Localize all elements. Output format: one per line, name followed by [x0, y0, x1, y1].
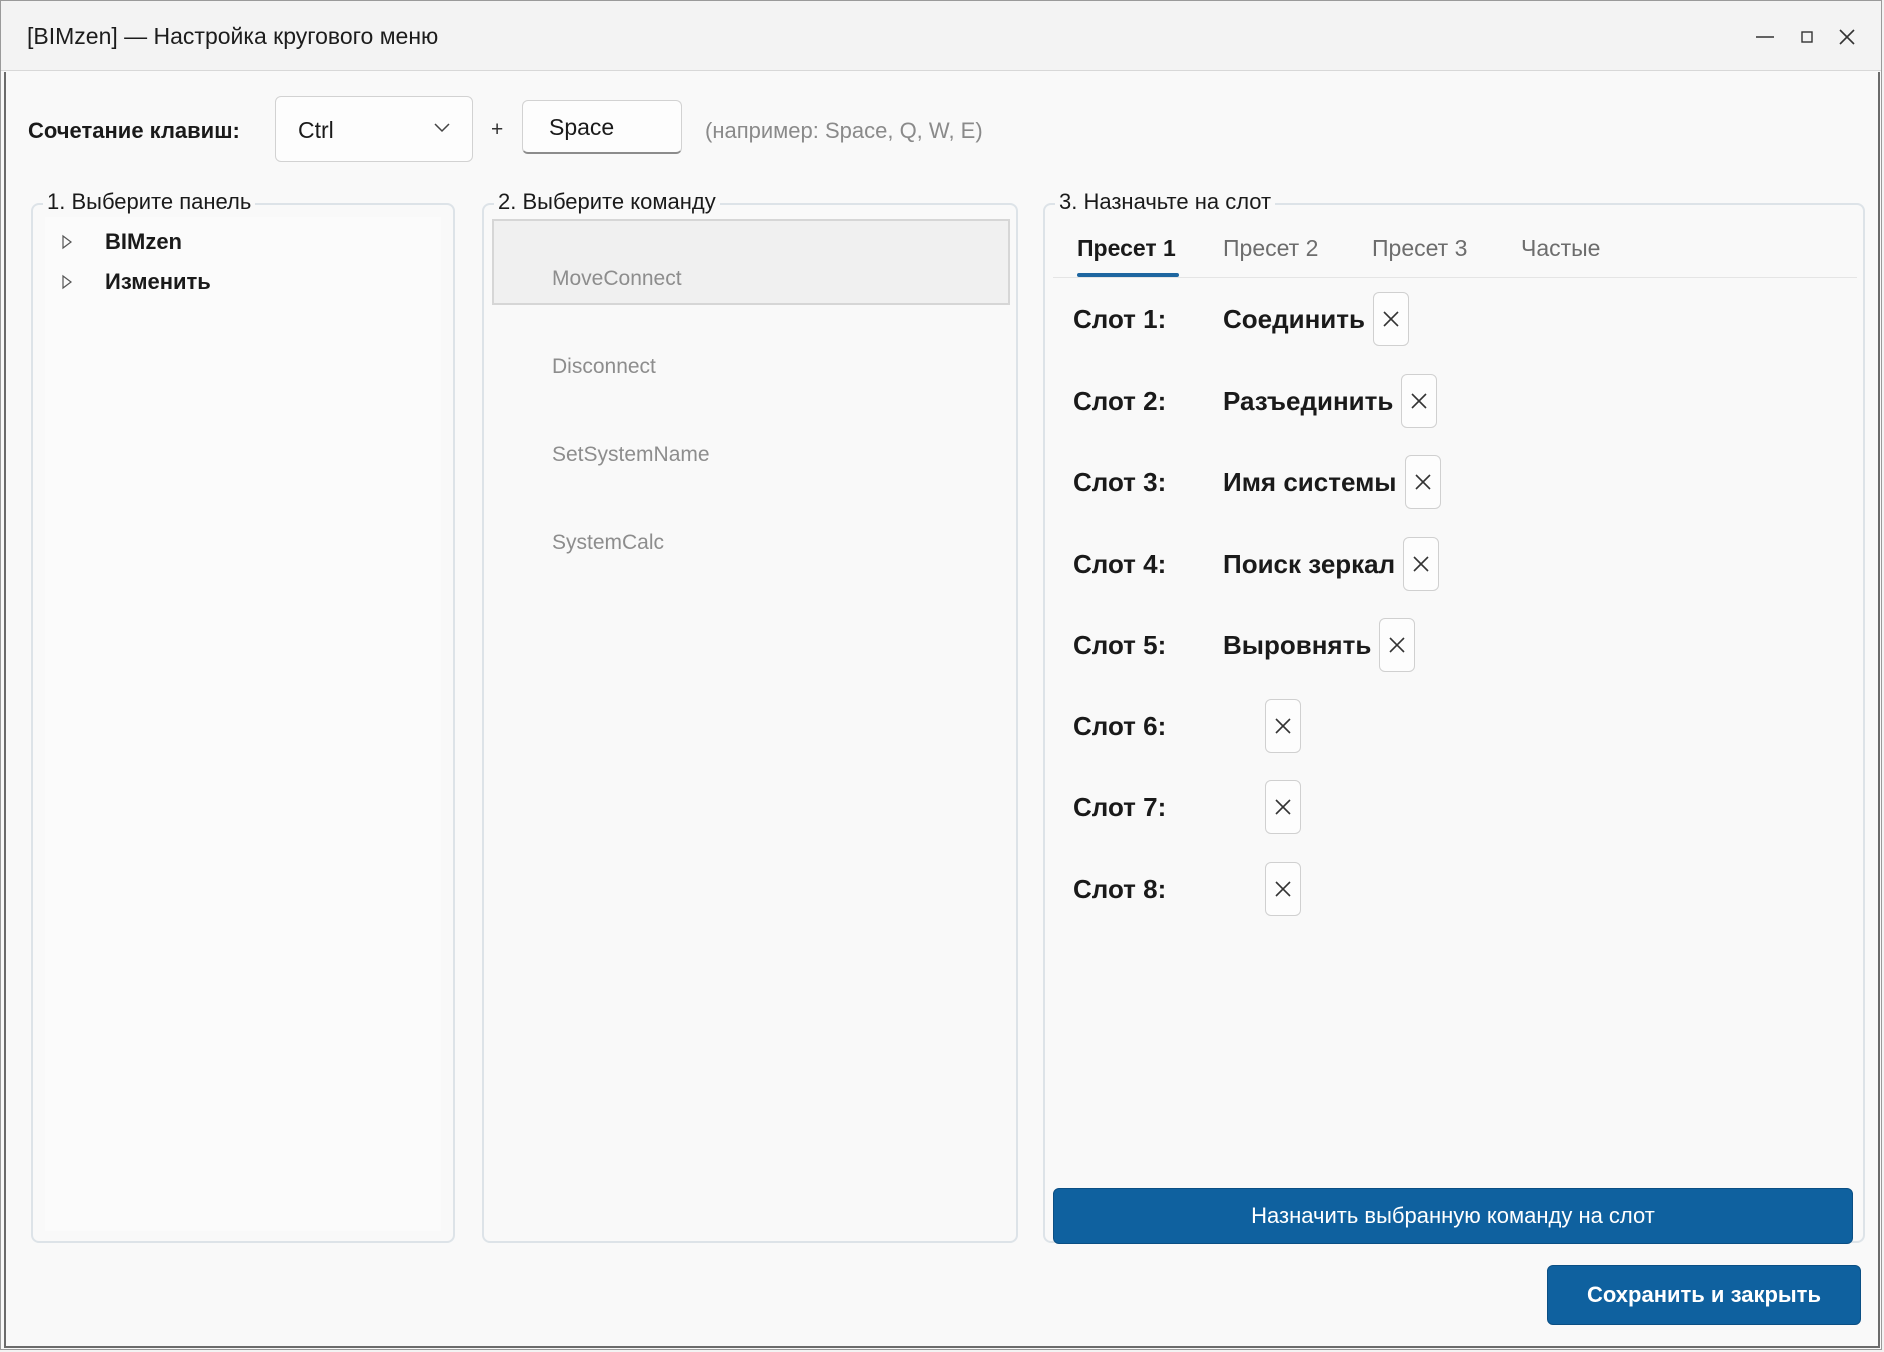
slot-label: Слот 7:: [1073, 791, 1167, 822]
clear-slot-button[interactable]: [1265, 862, 1301, 916]
command-label: Disconnect: [552, 355, 656, 378]
command-item-disconnect[interactable]: Disconnect: [492, 307, 1010, 393]
clear-x-icon: [1414, 474, 1431, 490]
hotkey-label: Сочетание клавиш:: [28, 118, 240, 143]
clear-x-icon: [1411, 393, 1427, 409]
clear-x-icon: [1275, 881, 1291, 897]
expand-triangle-icon[interactable]: [61, 274, 79, 290]
command-group-legend: 2. Выберите команду: [494, 189, 720, 215]
clear-x-icon: [1413, 556, 1429, 572]
active-tab-indicator: [1077, 273, 1179, 277]
chevron-down-icon: [432, 117, 452, 142]
command-item-moveconnect[interactable]: MoveConnect: [492, 219, 1010, 305]
title-bar: [BIMzen] — Настройка кругового меню: [1, 1, 1881, 71]
clear-slot-button[interactable]: [1265, 780, 1301, 834]
slot-4: Слот 4: Поиск зеркал: [1073, 535, 1440, 593]
clear-slot-button[interactable]: [1379, 618, 1416, 672]
close-button[interactable]: [1827, 19, 1867, 55]
tree-item-label: Изменить: [105, 269, 211, 294]
slot-label: Слот 2:: [1073, 385, 1167, 416]
save-and-close-button[interactable]: Сохранить и закрыть: [1547, 1265, 1861, 1325]
clear-slot-button[interactable]: [1265, 699, 1301, 753]
slot-2: Слот 2: Разъединить: [1073, 372, 1438, 430]
dialog-content: Сочетание клавиш: Ctrl + Space (например…: [4, 72, 1880, 1348]
tab-frequent[interactable]: Частые: [1521, 235, 1600, 262]
key-input[interactable]: Space: [522, 100, 682, 154]
tab-preset-1[interactable]: Пресет 1: [1077, 235, 1176, 262]
app-window: [BIMzen] — Настройка кругового меню Соче…: [0, 0, 1882, 1350]
key-value: Space: [549, 114, 615, 140]
slot-7: Слот 7:: [1073, 778, 1301, 836]
expand-triangle-icon[interactable]: [61, 234, 79, 250]
tree-item-modify[interactable]: Изменить: [61, 265, 211, 299]
clear-x-icon: [1275, 718, 1291, 734]
tree-item-label: BIMzen: [105, 229, 182, 254]
slot-group: 3. Назначьте на слот Пресет 1 Пресет 2 П…: [1043, 189, 1865, 1244]
preset-tabs: Пресет 1 Пресет 2 Пресет 3 Частые: [1053, 225, 1857, 278]
slot-label: Слот 4:: [1073, 548, 1167, 579]
slot-1: Слот 1: Соединить: [1073, 290, 1410, 348]
minimize-icon: [1756, 36, 1774, 38]
modifier-value: Ctrl: [298, 117, 334, 143]
slot-value: Имя системы: [1223, 466, 1397, 497]
command-list: MoveConnect Disconnect SetSystemName Sys…: [492, 217, 1010, 1231]
clear-x-icon: [1383, 311, 1399, 327]
slot-label: Слот 6:: [1073, 710, 1167, 741]
command-group: 2. Выберите команду MoveConnect Disconne…: [482, 189, 1018, 1243]
clear-x-icon: [1275, 799, 1291, 815]
slot-value: Соединить: [1223, 303, 1366, 334]
tree-item-bimzen[interactable]: BIMzen: [61, 225, 182, 259]
panel-group: 1. Выберите панель BIMzen Изменить: [31, 189, 455, 1243]
slot-label: Слот 5:: [1073, 629, 1167, 660]
slot-value: Поиск зеркал: [1223, 548, 1396, 579]
clear-slot-button[interactable]: [1373, 292, 1410, 346]
slot-label: Слот 1:: [1073, 303, 1167, 334]
command-label: SystemCalc: [552, 531, 665, 554]
slot-value: Выровнять: [1223, 629, 1372, 660]
panel-group-legend: 1. Выберите панель: [43, 189, 256, 215]
modifier-dropdown[interactable]: Ctrl: [275, 96, 473, 162]
assign-command-button[interactable]: Назначить выбранную команду на слот: [1053, 1188, 1853, 1244]
slot-3: Слот 3: Имя системы: [1073, 453, 1441, 511]
window-title: [BIMzen] — Настройка кругового меню: [27, 23, 439, 49]
slot-value: Разъединить: [1223, 385, 1394, 416]
maximize-button[interactable]: [1787, 19, 1827, 55]
command-label: SetSystemName: [552, 443, 710, 466]
clear-slot-button[interactable]: [1403, 537, 1440, 591]
clear-slot-button[interactable]: [1401, 374, 1438, 428]
slot-5: Слот 5: Выровнять: [1073, 616, 1416, 674]
panel-tree: BIMzen Изменить: [45, 217, 441, 1231]
command-label: MoveConnect: [552, 267, 682, 290]
close-icon: [1839, 29, 1855, 45]
minimize-button[interactable]: [1745, 19, 1785, 55]
slot-8: Слот 8:: [1073, 860, 1301, 918]
hotkey-hint: (например: Space, Q, W, E): [705, 118, 983, 143]
tab-preset-3[interactable]: Пресет 3: [1372, 235, 1467, 262]
plus-sign: +: [491, 118, 504, 141]
tab-preset-2[interactable]: Пресет 2: [1223, 235, 1318, 262]
command-item-systemcalc[interactable]: SystemCalc: [492, 483, 1010, 569]
maximize-icon: [1801, 31, 1813, 43]
slot-group-legend: 3. Назначьте на слот: [1055, 189, 1276, 215]
slot-label: Слот 8:: [1073, 873, 1167, 904]
clear-x-icon: [1389, 637, 1405, 653]
slot-label: Слот 3:: [1073, 466, 1167, 497]
clear-slot-button[interactable]: [1404, 455, 1441, 509]
command-item-setsystemname[interactable]: SetSystemName: [492, 395, 1010, 481]
slot-6: Слот 6:: [1073, 697, 1301, 755]
